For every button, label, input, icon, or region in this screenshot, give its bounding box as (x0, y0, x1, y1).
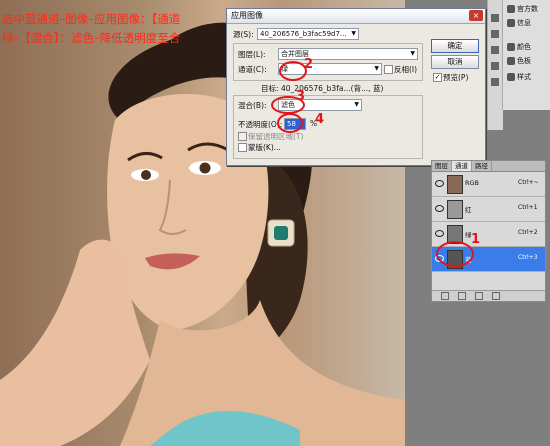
panel-item-info[interactable]: 信息 (507, 18, 531, 28)
panel-item-official[interactable]: 官方数 (507, 4, 538, 14)
instruction-line-2: 绿–【混合】：滤色–降低透明度至合 (2, 31, 181, 45)
document-icon (507, 5, 515, 13)
chevron-down-icon: ▼ (351, 30, 356, 37)
panel-item-label: 样式 (517, 73, 531, 81)
tab-layers[interactable]: 图层 (432, 161, 452, 171)
channel-shortcut: Ctrl+~ (518, 179, 539, 186)
channel-thumbnail (447, 175, 463, 194)
visibility-eye-icon[interactable] (435, 205, 444, 212)
annotation-number-2: 2 (304, 57, 314, 72)
palette-icon (507, 43, 515, 51)
apply-image-dialog: 应用图像 × 源(S): 40_206576_b3fac59d7... ▼ 图层(… (226, 8, 486, 166)
channel-name: 红 (465, 206, 472, 214)
delete-channel-icon[interactable] (492, 292, 500, 300)
annotation-circle-4 (277, 113, 303, 133)
invert-checkbox[interactable] (384, 65, 393, 74)
source-value: 40_206576_b3fac59d7... (260, 30, 347, 38)
annotation-number-1: 1 (471, 232, 481, 247)
source-label: 源(S): (233, 30, 254, 39)
dialog-title: 应用图像 (227, 9, 485, 24)
panel-item-color[interactable]: 颜色 (507, 42, 531, 52)
preview-label: 预览(P) (443, 73, 469, 82)
preserve-transparency-label: 保留透明区域(T) (248, 132, 304, 141)
annotation-circle-1 (436, 241, 474, 267)
collapsed-panels: 官方数 信息 颜色 色板 样式 (502, 0, 550, 110)
instruction-line-1: 选中蓝通道–图像–应用图像：【通道 (2, 12, 181, 26)
info-icon (507, 19, 515, 27)
channels-footer (432, 290, 545, 301)
new-channel-icon[interactable] (475, 292, 483, 300)
panel-item-label: 色板 (517, 57, 531, 65)
visibility-eye-icon[interactable] (435, 230, 444, 237)
blend-label: 混合(B): (238, 101, 267, 110)
panel-item-swatches[interactable]: 色板 (507, 56, 531, 66)
channels-panel: 图层 通道 路径 RGB Ctrl+~ 红 Ctrl+1 绿 Ctrl+2 蓝 Ct… (431, 160, 546, 302)
annotation-number-3: 3 (296, 89, 306, 104)
channel-row-red[interactable]: 红 Ctrl+1 (432, 197, 545, 222)
channel-row-rgb[interactable]: RGB Ctrl+~ (432, 172, 545, 197)
annotation-number-4: 4 (315, 112, 325, 127)
layer-label: 图层(L): (238, 50, 266, 59)
blending-group: 混合(B): 滤色 ▼ 不透明度(O): 58 % 保留透明区域(T) 蒙版(K)… (233, 95, 423, 159)
invert-label: 反相(I) (394, 65, 418, 74)
load-selection-icon[interactable] (441, 292, 449, 300)
opacity-label: 不透明度(O): (238, 120, 283, 129)
tab-paths[interactable]: 路径 (472, 161, 492, 171)
annotation-circle-2 (279, 61, 307, 81)
channel-shortcut: Ctrl+3 (518, 254, 538, 261)
swatches-icon (507, 57, 515, 65)
panel-item-label: 颜色 (517, 43, 531, 51)
tool-strip (487, 0, 503, 130)
close-button[interactable]: × (469, 10, 483, 21)
visibility-eye-icon[interactable] (435, 180, 444, 187)
tool-icon[interactable] (491, 30, 499, 38)
layer-select[interactable]: 合并图层 ▼ (278, 48, 418, 60)
cancel-button[interactable]: 取消 (431, 55, 479, 69)
styles-icon (507, 73, 515, 81)
chevron-down-icon: ▼ (354, 101, 359, 108)
mask-label: 蒙版(K)... (248, 143, 281, 152)
channel-label: 通道(C): (238, 65, 267, 74)
panel-item-styles[interactable]: 样式 (507, 72, 531, 82)
source-select[interactable]: 40_206576_b3fac59d7... ▼ (257, 28, 359, 40)
tool-icon[interactable] (491, 78, 499, 86)
panel-item-label: 官方数 (517, 5, 538, 13)
chevron-down-icon: ▼ (410, 50, 415, 57)
channel-shortcut: Ctrl+1 (518, 204, 538, 211)
tool-icon[interactable] (491, 62, 499, 70)
tab-channels[interactable]: 通道 (452, 161, 472, 171)
channel-name: RGB (465, 179, 480, 187)
save-selection-icon[interactable] (458, 292, 466, 300)
target-label: 目标: (261, 84, 279, 93)
channel-shortcut: Ctrl+2 (518, 229, 538, 236)
source-group: 图层(L): 合并图层 ▼ 通道(C): 绿 ▼ 反相(I) (233, 43, 423, 81)
channel-thumbnail (447, 200, 463, 219)
preview-checkbox[interactable]: ✓ (433, 73, 442, 82)
chevron-down-icon: ▼ (374, 65, 379, 72)
ok-button[interactable]: 确定 (431, 39, 479, 53)
instruction-text: 选中蓝通道–图像–应用图像：【通道 绿–【混合】：滤色–降低透明度至合 (2, 10, 232, 48)
tool-icon[interactable] (491, 14, 499, 22)
panel-tabs: 图层 通道 路径 (432, 161, 545, 172)
tool-icon[interactable] (491, 46, 499, 54)
panel-item-label: 信息 (517, 19, 531, 27)
preserve-transparency-checkbox[interactable] (238, 132, 247, 141)
mask-checkbox[interactable] (238, 143, 247, 152)
